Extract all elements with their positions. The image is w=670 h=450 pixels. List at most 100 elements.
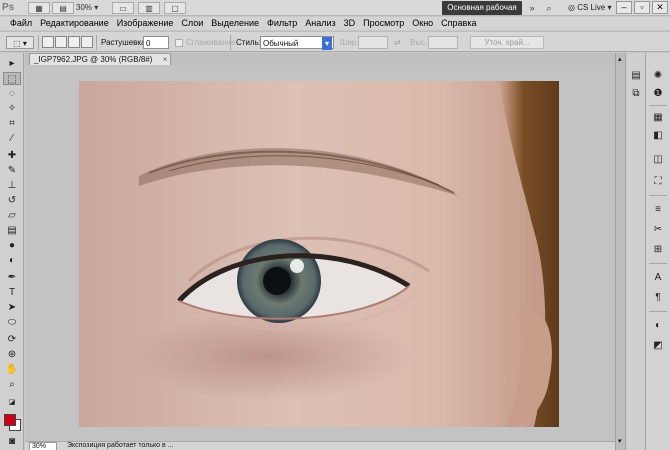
hand-tool-icon[interactable]: ✋ — [3, 363, 21, 376]
document-tab[interactable]: _IGP7962.JPG @ 30% (RGB/8#) × — [29, 53, 172, 65]
intersect-selection-icon[interactable] — [81, 36, 93, 48]
paragraph-panel-icon[interactable]: ¶ — [650, 291, 666, 305]
pen-tool-icon[interactable]: ✒ — [3, 271, 21, 284]
mini-bridge-button[interactable]: ▤ — [52, 2, 74, 14]
eraser-tool-icon[interactable]: ▱ — [3, 209, 21, 222]
canvas-area[interactable] — [25, 65, 615, 441]
marquee-tool-icon[interactable]: ⬚ — [3, 72, 21, 85]
info-panel-icon[interactable]: ❶ — [650, 87, 666, 101]
quick-selection-tool-icon[interactable]: ✧ — [3, 102, 21, 115]
zoom-level-value: 30% — [76, 3, 93, 12]
document-photo[interactable] — [79, 81, 559, 427]
antialias-checkbox[interactable] — [175, 39, 183, 47]
minimize-icon[interactable]: – — [616, 1, 632, 14]
notes-panel-icon[interactable]: ◩ — [650, 339, 666, 353]
screen-mode-button[interactable]: ▢ — [164, 2, 186, 14]
menu-analysis[interactable]: Анализ — [301, 17, 339, 30]
arrange-documents-button[interactable]: ▥ — [138, 2, 160, 14]
lasso-tool-icon[interactable]: ◌ — [3, 87, 21, 100]
foreground-color-swatch[interactable] — [4, 414, 16, 426]
style-select[interactable]: Обычный ▾ — [260, 36, 334, 50]
selection-mode-group — [42, 36, 93, 48]
mini-bridge-panel-icon[interactable]: ▤ — [628, 69, 644, 83]
brush-panel-icon[interactable]: ≡ — [650, 203, 666, 217]
menu-image[interactable]: Изображение — [113, 17, 178, 30]
scroll-down-icon[interactable]: ▾ — [618, 437, 622, 445]
history-brush-tool-icon[interactable]: ↺ — [3, 194, 21, 207]
bridge-button[interactable]: ▦ — [28, 2, 50, 14]
3d-panel-icon[interactable]: ◐ — [650, 319, 666, 333]
blur-tool-icon[interactable]: ● — [3, 239, 21, 252]
dodge-tool-icon[interactable]: ◐ — [3, 254, 21, 267]
panel-dock-column-2: ✺ ❶ ▦ ◧ ◫ ⛶ ≡ ✂ ⊞ A ¶ ◐ ◩ — [645, 53, 670, 450]
healing-brush-tool-icon[interactable]: ✚ — [3, 149, 21, 162]
paths-panel-icon[interactable]: ⛶ — [650, 175, 666, 189]
eyedropper-tool-icon[interactable]: ⁄ — [3, 132, 21, 145]
vertical-scrollbar[interactable]: ▴ ▾ — [615, 53, 625, 450]
divider — [649, 263, 667, 264]
menu-bar: Файл Редактирование Изображение Слои Выд… — [0, 17, 670, 30]
3d-rotate-tool-icon[interactable]: ⟳ — [3, 333, 21, 346]
search-icon[interactable]: ⌕ — [544, 3, 554, 13]
menu-3d[interactable]: 3D — [340, 17, 360, 30]
close-icon[interactable]: ✕ — [652, 1, 668, 14]
subtract-selection-icon[interactable] — [68, 36, 80, 48]
menu-select[interactable]: Выделение — [207, 17, 263, 30]
status-info[interactable]: Экспозиция работает только в ... — [65, 442, 195, 450]
move-tool-icon[interactable]: ▸ — [3, 57, 21, 70]
brush-tool-icon[interactable]: ✎ — [3, 164, 21, 177]
workspace-switcher-button[interactable]: Основная рабочая среда — [442, 1, 522, 26]
crop-tool-icon[interactable]: ⌗ — [3, 117, 21, 130]
status-zoom-input[interactable]: 30% — [29, 442, 57, 450]
menu-edit[interactable]: Редактирование — [36, 17, 113, 30]
character-panel-icon[interactable]: A — [650, 271, 666, 285]
menu-help[interactable]: Справка — [437, 17, 480, 30]
3d-camera-tool-icon[interactable]: ⊛ — [3, 348, 21, 361]
gradient-tool-icon[interactable]: ▤ — [3, 224, 21, 237]
close-icon[interactable]: × — [163, 54, 168, 65]
clone-stamp-tool-icon[interactable]: ⊥ — [3, 179, 21, 192]
height-input[interactable] — [428, 36, 458, 49]
quick-mask-icon[interactable]: ◙ — [3, 435, 21, 448]
feather-input[interactable]: 0 пикс — [143, 36, 169, 61]
menu-filter[interactable]: Фильтр — [263, 17, 301, 30]
window-controls: – ▫ ✕ — [616, 1, 668, 15]
feather-label: Растушевка: — [101, 38, 148, 47]
path-selection-tool-icon[interactable]: ➤ — [3, 301, 21, 314]
menu-layer[interactable]: Слои — [177, 17, 207, 30]
style-select-value: Обычный — [263, 39, 299, 48]
history-panel-icon[interactable]: ⧉ — [628, 87, 644, 101]
photoshop-logo: Ps — [2, 2, 15, 13]
shape-tool-icon[interactable]: ⬭ — [3, 316, 21, 329]
default-colors-icon[interactable]: ◪ — [3, 396, 21, 409]
view-extras-button[interactable]: ▭ — [112, 2, 134, 14]
divider — [649, 105, 667, 106]
style-label: Стиль: — [236, 38, 261, 47]
menu-file[interactable]: Файл — [6, 17, 36, 30]
type-tool-icon[interactable]: T — [3, 286, 21, 299]
new-selection-icon[interactable] — [42, 36, 54, 48]
swatches-panel-icon[interactable]: ▦ — [650, 111, 666, 125]
workspace-menu-icon[interactable]: » — [527, 3, 537, 13]
color-panel-icon[interactable]: ✺ — [650, 69, 666, 83]
swap-dimensions-icon[interactable]: ⇄ — [394, 36, 401, 49]
cs-live-menu[interactable]: ◎ CS Live ▾ — [568, 2, 611, 14]
zoom-level-dropdown[interactable]: 30% ▾ — [76, 2, 108, 14]
tool-preset-picker[interactable]: ⬚ ▾ — [6, 36, 34, 49]
photoshop-window: Ps ▦ ▤ 30% ▾ ▭ ▥ ▢ Основная рабочая сред… — [0, 0, 670, 450]
channels-panel-icon[interactable]: ◫ — [650, 153, 666, 167]
layers-panel-icon[interactable]: ◧ — [650, 129, 666, 143]
refine-edge-button[interactable]: Уточ. край... — [470, 36, 544, 49]
panel-dock-column-1: ▤ ⧉ — [625, 53, 645, 450]
photo-eye-closeup — [79, 81, 559, 427]
tool-presets-panel-icon[interactable]: ⊞ — [650, 243, 666, 257]
width-input[interactable] — [358, 36, 388, 49]
menu-window[interactable]: Окно — [408, 17, 437, 30]
zoom-tool-icon[interactable]: ⌕ — [3, 378, 21, 391]
document-tab-bar: _IGP7962.JPG @ 30% (RGB/8#) × — [25, 53, 615, 65]
add-selection-icon[interactable] — [55, 36, 67, 48]
maximize-icon[interactable]: ▫ — [634, 1, 650, 14]
clone-source-panel-icon[interactable]: ✂ — [650, 223, 666, 237]
scroll-up-icon[interactable]: ▴ — [618, 55, 622, 63]
menu-view[interactable]: Просмотр — [359, 17, 408, 30]
